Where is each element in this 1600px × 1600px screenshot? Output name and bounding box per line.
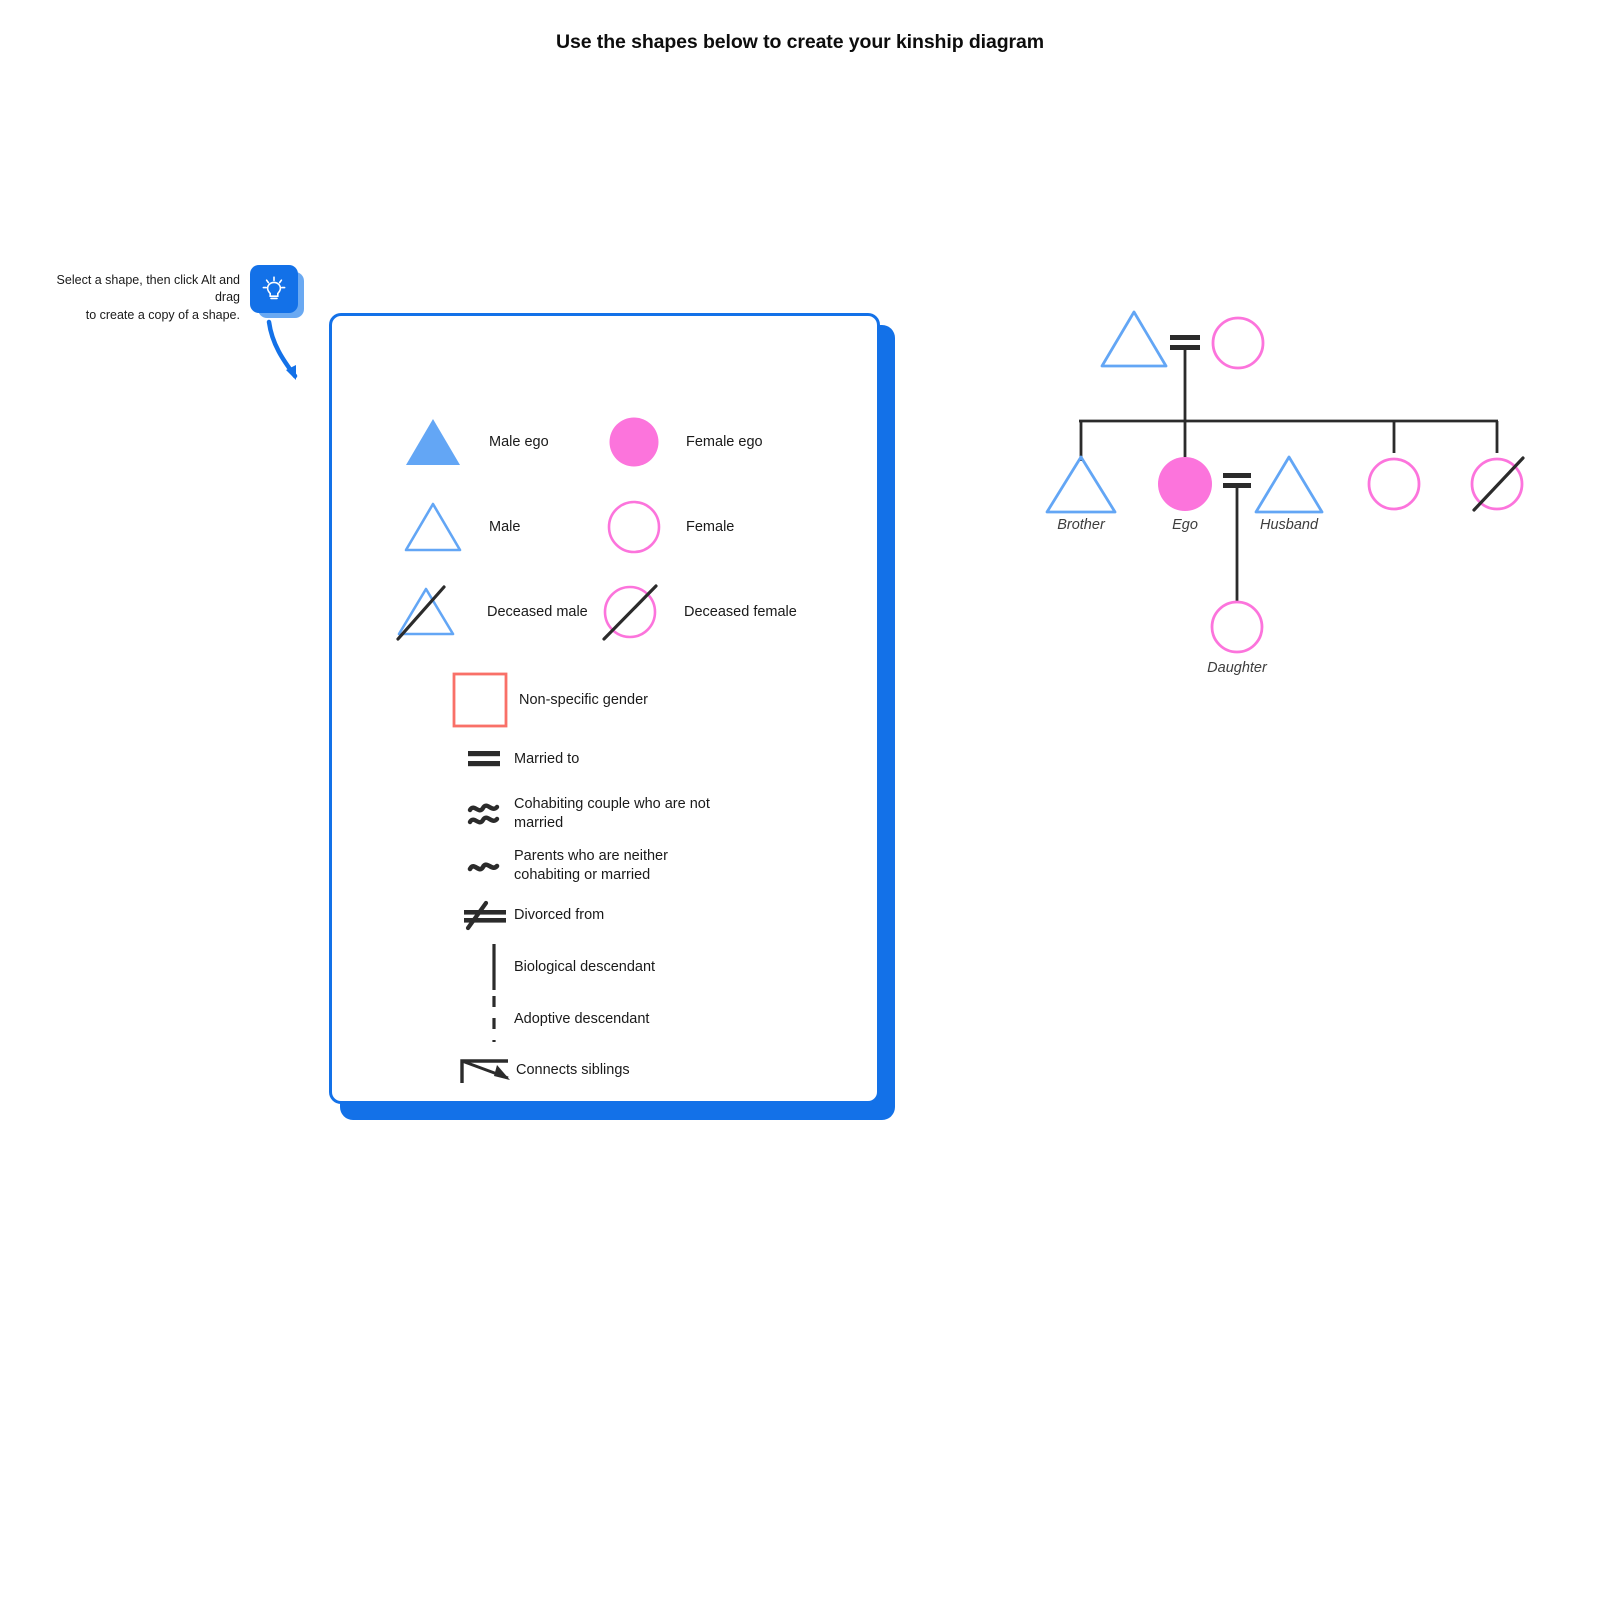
legend-label-married-to: Married to (514, 750, 580, 767)
node-label-husband: Husband (1259, 517, 1319, 533)
legend-label-deceased-female: Deceased female (684, 603, 797, 620)
circle-outline-icon (598, 498, 670, 556)
circle-filled-icon (598, 413, 670, 471)
tilde-symbol-icon (462, 842, 506, 890)
union-parents-bar-bottom (1170, 345, 1200, 350)
node-label-daughter: Daughter (1207, 660, 1267, 676)
legend-item-adoptive[interactable]: Adoptive descendant (476, 994, 649, 1044)
legend-label-male: Male (489, 518, 521, 535)
node-label-brother: Brother (1057, 517, 1105, 533)
legend-item-divorced[interactable]: Divorced from (460, 898, 604, 932)
legend-item-male[interactable]: Male (395, 498, 520, 556)
legend-item-female-ego[interactable]: Female ego (598, 413, 763, 471)
kinship-diagram[interactable]: Brother Ego Husband Daughter (1020, 295, 1580, 715)
node-sister-shape (1367, 457, 1421, 511)
union-ego-bar-top (1223, 473, 1251, 478)
legend-item-deceased-female[interactable]: Deceased female (598, 583, 797, 641)
legend-item-biological[interactable]: Biological descendant (476, 942, 655, 992)
lightbulb-icon (262, 276, 286, 300)
hint-line-1: Select a shape, then click Alt and drag (56, 273, 240, 305)
legend-item-cohabiting[interactable]: Cohabiting couple who are not married (462, 790, 710, 838)
union-parents-bar-top (1170, 335, 1200, 340)
legend-item-deceased-male[interactable]: Deceased male (395, 583, 588, 641)
kinship-diagram-svg (1045, 310, 1525, 654)
node-husband-shape (1254, 455, 1324, 514)
node-father-shape (1100, 310, 1168, 368)
hint-arrow-icon (266, 319, 298, 380)
solid-line-symbol-icon (476, 942, 512, 992)
legend-label-non-specific-gender: Non-specific gender (519, 691, 648, 708)
legend-item-male-ego[interactable]: Male ego (395, 413, 549, 471)
hint-text: Select a shape, then click Alt and drag … (40, 272, 240, 324)
hint-line-2: to create a copy of a shape. (85, 307, 240, 322)
legend-label-female-ego: Female ego (686, 433, 763, 450)
legend-label-deceased-male: Deceased male (487, 603, 588, 620)
lightbulb-button[interactable] (250, 265, 298, 313)
triangle-slashed-icon (395, 583, 471, 641)
circle-slashed-icon (598, 583, 670, 641)
card-title: Use the shapes below to create your kins… (556, 31, 1044, 53)
legend-label-connects-siblings: Connects siblings (516, 1061, 630, 1078)
node-daughter-shape (1210, 600, 1264, 654)
legend-item-non-specific-gender[interactable]: Non-specific gender (452, 672, 648, 728)
square-outline-icon (452, 672, 508, 728)
triangle-outline-icon (395, 498, 471, 556)
node-mother-shape (1211, 316, 1265, 370)
union-ego-bar-bottom (1223, 483, 1251, 488)
diagram-canvas[interactable]: Select a shape, then click Alt and drag … (0, 0, 1600, 1600)
triangle-filled-icon (395, 413, 471, 471)
legend-label-cohabiting: Cohabiting couple who are not married (514, 796, 710, 831)
sibling-bracket-symbol-icon (458, 1050, 514, 1090)
node-label-ego: Ego (1172, 517, 1198, 533)
dashed-line-symbol-icon (476, 994, 512, 1044)
equals-symbol-icon (462, 742, 506, 776)
legend-label-male-ego: Male ego (489, 433, 549, 450)
node-ego-shape (1158, 457, 1212, 511)
legend-label-female: Female (686, 518, 735, 535)
legend-item-female[interactable]: Female (598, 498, 734, 556)
legend-label-divorced: Divorced from (514, 906, 605, 923)
legend-label-adoptive: Adoptive descendant (514, 1010, 650, 1027)
legend-item-married-to[interactable]: Married to (462, 742, 579, 776)
node-brother-shape (1045, 455, 1117, 514)
legend-item-connects-siblings[interactable]: Connects siblings (458, 1050, 630, 1090)
not-equals-symbol-icon (460, 898, 510, 932)
legend-item-not-together[interactable]: Parents who are neither cohabiting or ma… (462, 842, 668, 890)
legend-label-not-together: Parents who are neither cohabiting or ma… (514, 848, 668, 883)
double-tilde-symbol-icon (462, 790, 506, 838)
legend-label-biological: Biological descendant (514, 958, 656, 975)
